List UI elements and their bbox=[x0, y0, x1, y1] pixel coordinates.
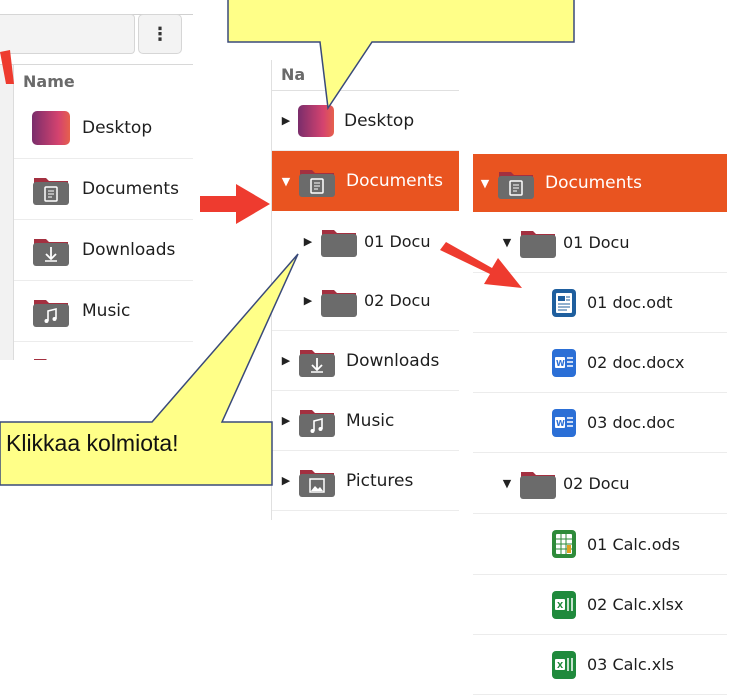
expand-triangle-icon[interactable]: ▶ bbox=[280, 114, 292, 127]
file-row-ods[interactable]: 01 Calc.ods bbox=[473, 514, 727, 575]
item-label: Documents bbox=[545, 173, 642, 193]
file-row-doc[interactable]: W 03 doc.doc bbox=[473, 393, 727, 453]
item-label: Documents bbox=[82, 179, 179, 199]
item-label: Desktop bbox=[344, 110, 415, 131]
item-label: Music bbox=[82, 301, 131, 321]
callout-text: Klikkaa kolmiota! bbox=[6, 430, 179, 456]
item-label: Documents bbox=[346, 171, 443, 191]
list-item-documents[interactable]: Documents bbox=[14, 159, 193, 220]
collapse-triangle-icon[interactable]: ▼ bbox=[501, 236, 513, 249]
file-row-xlsx[interactable]: X 02 Calc.xlsx bbox=[473, 575, 727, 635]
svg-text:W: W bbox=[556, 419, 565, 428]
sidebar-edge bbox=[0, 65, 14, 360]
file-row-odt[interactable]: 01 doc.odt bbox=[473, 273, 727, 333]
tree-row-pictures[interactable]: ▶ Pictures bbox=[272, 451, 459, 511]
excel-spreadsheet-icon: X bbox=[551, 650, 577, 680]
item-label: Music bbox=[346, 410, 395, 431]
folder-icon bbox=[320, 224, 358, 258]
menu-button[interactable]: ⋮ bbox=[138, 14, 182, 54]
music-folder-icon bbox=[32, 294, 70, 328]
toolbar-divider bbox=[0, 64, 193, 65]
calc-spreadsheet-icon bbox=[551, 529, 577, 559]
item-label: Desktop bbox=[82, 118, 153, 138]
item-label: 01 Docu bbox=[563, 232, 630, 252]
collapse-triangle-icon[interactable]: ▼ bbox=[479, 177, 491, 190]
file-row-xls[interactable]: X 03 Calc.xls bbox=[473, 635, 727, 695]
tree-row-music[interactable]: ▶ Music bbox=[272, 391, 459, 451]
right-file-panel: ▼ Documents ▼ 01 Docu 01 doc.odt W 02 do… bbox=[473, 154, 727, 698]
list-item-music[interactable]: Music bbox=[14, 281, 193, 342]
desktop-folder-icon bbox=[298, 104, 334, 137]
svg-text:W: W bbox=[556, 359, 565, 368]
file-name: 01 Calc.ods bbox=[587, 534, 681, 554]
documents-folder-icon bbox=[497, 166, 535, 200]
svg-text:X: X bbox=[557, 661, 564, 670]
expand-triangle-icon[interactable]: ▶ bbox=[302, 235, 314, 248]
desktop-folder-icon bbox=[32, 111, 70, 145]
music-folder-icon bbox=[298, 404, 336, 438]
file-name: 02 Calc.xlsx bbox=[587, 595, 684, 614]
collapse-triangle-icon[interactable]: ▼ bbox=[501, 477, 513, 490]
folder-icon bbox=[519, 225, 557, 259]
expand-triangle-icon[interactable]: ▶ bbox=[280, 414, 292, 427]
expand-triangle-icon[interactable]: ▶ bbox=[302, 294, 314, 307]
file-name: 03 Calc.xls bbox=[587, 655, 674, 674]
red-arrow-to-documents bbox=[200, 184, 270, 224]
tree-row-downloads[interactable]: ▶ Downloads bbox=[272, 331, 459, 391]
folder-icon bbox=[320, 284, 358, 318]
toolbar-strip bbox=[0, 0, 193, 15]
collapse-triangle-icon[interactable]: ▼ bbox=[280, 175, 292, 188]
downloads-folder-icon bbox=[32, 233, 70, 267]
item-label: Downloads bbox=[346, 350, 440, 371]
item-label: Downloads bbox=[82, 240, 176, 260]
documents-folder-icon bbox=[32, 172, 70, 206]
folder-icon bbox=[519, 466, 557, 500]
middle-file-panel: Na ▶ Desktop ▼ Documents ▶ 01 Docu ▶ 02 … bbox=[271, 60, 459, 520]
left-file-panel: ⋮ Name Desktop Documents Downloads Music bbox=[0, 0, 193, 360]
item-label: 02 Docu bbox=[364, 291, 431, 310]
pictures-folder-icon bbox=[298, 464, 336, 498]
item-label: Pictures bbox=[346, 470, 414, 491]
item-label: 01 Docu bbox=[364, 231, 431, 251]
word-document-icon: W bbox=[551, 408, 577, 438]
file-name: 03 doc.doc bbox=[587, 413, 676, 432]
word-document-icon: W bbox=[551, 348, 577, 378]
tree-row-folder-1[interactable]: ▼ 01 Docu bbox=[473, 212, 727, 273]
partial-folder-icon bbox=[32, 352, 70, 360]
kebab-menu-icon: ⋮ bbox=[151, 23, 169, 45]
tree-row-documents[interactable]: ▼ Documents bbox=[473, 154, 727, 212]
expand-triangle-icon[interactable]: ▶ bbox=[280, 354, 292, 367]
excel-spreadsheet-icon: X bbox=[551, 590, 577, 620]
tree-row-documents[interactable]: ▼ Documents bbox=[272, 151, 459, 211]
file-name: 01 doc.odt bbox=[587, 293, 673, 312]
file-row-docx[interactable]: W 02 doc.docx bbox=[473, 333, 727, 393]
tree-row-subfolder-2[interactable]: ▶ 02 Docu bbox=[272, 271, 459, 331]
writer-document-icon bbox=[551, 288, 577, 318]
column-header-name[interactable]: Na bbox=[281, 65, 305, 84]
tree-row-subfolder-1[interactable]: ▶ 01 Docu bbox=[272, 211, 459, 271]
documents-folder-icon bbox=[298, 164, 336, 198]
list-item-desktop[interactable]: Desktop bbox=[14, 98, 193, 159]
svg-text:X: X bbox=[557, 601, 564, 610]
item-label: 02 Docu bbox=[563, 473, 630, 493]
tree-row-desktop[interactable]: ▶ Desktop bbox=[272, 91, 459, 151]
column-header-name[interactable]: Name bbox=[23, 72, 75, 91]
list-item-downloads[interactable]: Downloads bbox=[14, 220, 193, 281]
tree-row-folder-2[interactable]: ▼ 02 Docu bbox=[473, 453, 727, 514]
file-name: 02 doc.docx bbox=[587, 353, 685, 372]
downloads-folder-icon bbox=[298, 344, 336, 378]
path-bar[interactable] bbox=[0, 14, 135, 54]
expand-triangle-icon[interactable]: ▶ bbox=[280, 474, 292, 487]
